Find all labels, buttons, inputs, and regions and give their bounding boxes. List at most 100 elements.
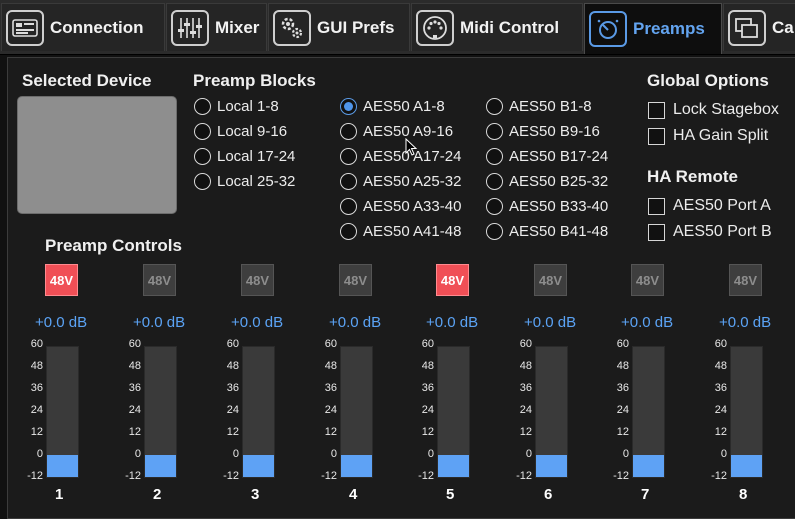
radio-label: AES50 B41-48 (509, 223, 609, 240)
radio-label: Local 9-16 (217, 123, 288, 140)
tab-label: Preamps (633, 19, 705, 38)
ha-gain-split-checkbox[interactable]: HA Gain Split (648, 127, 768, 145)
preamp-block-radio[interactable]: AES50 B17-24 (486, 148, 608, 165)
gain-value[interactable]: +0.0 dB (329, 314, 381, 331)
preamp-block-radio[interactable]: AES50 B1-8 (486, 98, 592, 115)
radio-circle (486, 173, 503, 190)
preamp-block-radio[interactable]: AES50 A33-40 (340, 198, 461, 215)
preamp-block-radio[interactable]: AES50 A41-48 (340, 223, 461, 240)
tab-connection[interactable]: Connection (1, 3, 165, 51)
scale-tick-label: 48 (30, 360, 43, 372)
selected-device-box[interactable] (17, 96, 177, 214)
tab-gui-prefs[interactable]: GUI Prefs (268, 3, 410, 51)
gain-scale: 60 48 36 24 12 0 -12 (25, 338, 43, 482)
radio-circle (340, 148, 357, 165)
gain-fader[interactable] (46, 346, 79, 478)
scale-tick-label: 60 (226, 338, 239, 350)
gain-scale: 60 48 36 24 12 0 -12 (416, 338, 434, 482)
scale-tick-label: 12 (324, 426, 337, 438)
channel-number: 8 (739, 486, 748, 503)
scale-tick-label: 24 (519, 404, 532, 416)
selected-device-title: Selected Device (22, 71, 152, 90)
gain-fader[interactable] (144, 346, 177, 478)
phantom-power-button[interactable]: 48V (631, 264, 664, 296)
phantom-power-button[interactable]: 48V (241, 264, 274, 296)
gain-value[interactable]: +0.0 dB (35, 314, 87, 331)
gain-fader[interactable] (242, 346, 275, 478)
gain-fader[interactable] (535, 346, 568, 478)
preamp-block-radio[interactable]: AES50 B33-40 (486, 198, 608, 215)
phantom-power-button[interactable]: 48V (143, 264, 176, 296)
radio-circle (340, 98, 357, 115)
phantom-power-button[interactable]: 48V (729, 264, 762, 296)
scale-tick-label: 24 (128, 404, 141, 416)
mouse-cursor-icon (405, 138, 418, 156)
gain-scale: 60 48 36 24 12 0 -12 (709, 338, 727, 482)
gain-value[interactable]: +0.0 dB (133, 314, 185, 331)
gain-value[interactable]: +0.0 dB (719, 314, 771, 331)
scale-tick-label: 48 (226, 360, 239, 372)
gain-value[interactable]: +0.0 dB (426, 314, 478, 331)
radio-label: AES50 B9-16 (509, 123, 600, 140)
lock-stagebox-checkbox[interactable]: Lock Stagebox (648, 101, 779, 119)
gain-fader[interactable] (632, 346, 665, 478)
phantom-power-button[interactable]: 48V (45, 264, 78, 296)
gain-fader-fill (731, 455, 762, 477)
radio-circle (486, 198, 503, 215)
scale-tick-label: 48 (421, 360, 434, 372)
gain-fader[interactable] (730, 346, 763, 478)
preamp-block-radio-selected[interactable]: AES50 A1-8 (340, 98, 445, 115)
preamp-block-radio[interactable]: Local 9-16 (194, 123, 287, 140)
scale-tick-label: 48 (519, 360, 532, 372)
radio-circle (340, 123, 357, 140)
radio-circle (486, 148, 503, 165)
preamp-block-radio[interactable]: AES50 A17-24 (340, 148, 461, 165)
mixer-faders-icon (171, 9, 209, 46)
scale-tick-label: 60 (421, 338, 434, 350)
tab-midi-control[interactable]: Midi Control (411, 3, 583, 51)
radio-circle (486, 98, 503, 115)
tab-mixer[interactable]: Mixer (166, 3, 267, 51)
gain-value[interactable]: +0.0 dB (524, 314, 576, 331)
scale-tick-label: 48 (616, 360, 629, 372)
phantom-power-button[interactable]: 48V (436, 264, 469, 296)
radio-circle (340, 173, 357, 190)
scale-tick-label: 12 (226, 426, 239, 438)
checkbox-box (648, 127, 665, 145)
tab-label: Ca (772, 17, 794, 37)
phantom-power-button[interactable]: 48V (339, 264, 372, 296)
scale-tick-label: 12 (616, 426, 629, 438)
preamp-controls-title: Preamp Controls (45, 236, 182, 255)
preamp-block-radio[interactable]: AES50 A9-16 (340, 123, 453, 140)
radio-circle (194, 148, 211, 165)
aes50-port-a-checkbox[interactable]: AES50 Port A (648, 197, 771, 215)
radio-label: AES50 B1-8 (509, 98, 592, 115)
gain-fader[interactable] (437, 346, 470, 478)
phantom-power-button[interactable]: 48V (534, 264, 567, 296)
radio-label: Local 1-8 (217, 98, 279, 115)
tab-ca[interactable]: Ca (723, 3, 795, 51)
preamp-block-radio[interactable]: AES50 B9-16 (486, 123, 600, 140)
gain-value[interactable]: +0.0 dB (231, 314, 283, 331)
gain-fader[interactable] (340, 346, 373, 478)
preamp-block-radio[interactable]: AES50 A25-32 (340, 173, 461, 190)
preamp-block-radio[interactable]: AES50 B41-48 (486, 223, 608, 240)
scale-tick-label: 24 (324, 404, 337, 416)
scale-tick-label: 24 (421, 404, 434, 416)
preamp-block-radio[interactable]: Local 1-8 (194, 98, 279, 115)
gain-scale: 60 48 36 24 12 0 -12 (123, 338, 141, 482)
tab-preamps[interactable]: Preamps (584, 3, 722, 54)
channel-number: 4 (349, 486, 358, 503)
aes50-port-b-checkbox[interactable]: AES50 Port B (648, 223, 772, 241)
channel-number: 6 (544, 486, 553, 503)
scale-tick-label: 0 (525, 448, 532, 460)
connection-icon (6, 9, 44, 46)
gain-value[interactable]: +0.0 dB (621, 314, 673, 331)
scale-tick-label: 36 (226, 382, 239, 394)
scale-tick-label: 36 (128, 382, 141, 394)
scale-tick-label: 48 (714, 360, 727, 372)
preamp-block-radio[interactable]: Local 25-32 (194, 173, 295, 190)
preamp-block-radio[interactable]: Local 17-24 (194, 148, 295, 165)
preamp-block-radio[interactable]: AES50 B25-32 (486, 173, 608, 190)
preamp-knob-icon (589, 11, 627, 47)
